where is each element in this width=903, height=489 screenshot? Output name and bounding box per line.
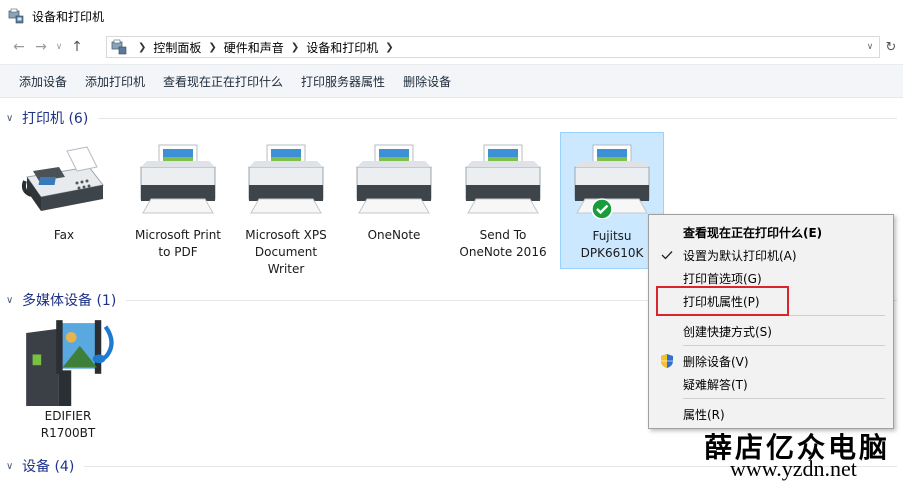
title-bar: 设备和打印机 [0,0,903,32]
recent-locations-chevron-icon[interactable]: ∨ [52,36,66,58]
add-device-button[interactable]: 添加设备 [10,68,76,94]
printer-icon [140,144,216,214]
remove-device-button[interactable]: 删除设备 [394,68,460,94]
breadcrumb-hardware-sound[interactable]: 硬件和声音 [224,39,284,56]
breadcrumb-control-panel[interactable]: 控制面板 [153,39,201,56]
printer-icon [356,144,432,214]
menu-item-label: 创建快捷方式(S) [683,324,772,339]
device-label: OneNote [367,228,421,242]
device-label: Send To OneNote 2016 [459,228,547,259]
devices-printers-icon [8,8,24,24]
device-label: EDIFIER R1700BT [40,409,96,440]
menu-item-label: 打印首选项(G) [683,271,762,286]
default-printer-check-icon [591,198,613,219]
command-bar: 添加设备 添加打印机 查看现在正在打印什么 打印服务器属性 删除设备 [0,64,903,98]
see-whats-printing-button[interactable]: 查看现在正在打印什么 [154,68,292,94]
breadcrumb-separator-icon[interactable]: ❯ [385,42,393,53]
collapse-chevron-icon[interactable]: ∨ [6,461,18,472]
add-printer-button[interactable]: 添加打印机 [76,68,154,94]
device-onenote[interactable]: OneNote [342,137,446,244]
address-bar[interactable]: ❯ 控制面板 ❯ 硬件和声音 ❯ 设备和打印机 ❯ ∨ [106,36,880,58]
navigation-bar: ← → ∨ ↑ ❯ 控制面板 ❯ 硬件和声音 ❯ 设备和打印机 ❯ ∨ [0,34,903,60]
group-divider [98,117,897,119]
device-microsoft-xps-document-writer[interactable]: Microsoft XPS Document Writer [234,137,338,278]
device-label: Microsoft Print to PDF [134,228,222,259]
menu-item-troubleshoot[interactable]: 疑难解答(T) [649,373,893,395]
device-label: Microsoft XPS Document Writer [245,228,327,276]
checkmark-icon [659,247,675,263]
device-edifier-r1700bt[interactable]: EDIFIER R1700BT [16,318,120,442]
collapse-chevron-icon[interactable]: ∨ [6,113,18,124]
group-title: 设备 (4) [22,459,75,475]
menu-item-label: 属性(R) [683,407,725,422]
collapse-chevron-icon[interactable]: ∨ [6,295,18,306]
printer-icon [248,144,324,214]
menu-item-label: 删除设备(V) [683,354,749,369]
group-title: 打印机 (6) [22,111,89,127]
back-arrow-icon[interactable]: ← [8,36,30,58]
watermark-url: www.yzdn.net [730,456,857,481]
menu-item-label: 查看现在正在打印什么(E) [683,225,823,240]
device-microsoft-print-to-pdf[interactable]: Microsoft Print to PDF [126,137,230,261]
highlight-annotation-box [656,286,789,316]
refresh-icon[interactable]: ↻ [882,36,900,58]
menu-item-create-shortcut[interactable]: 创建快捷方式(S) [649,320,893,342]
address-dropdown-chevron-icon[interactable]: ∨ [863,40,877,54]
menu-separator [683,398,885,399]
device-send-to-onenote-2016[interactable]: Send To OneNote 2016 [451,137,555,261]
breadcrumb-devices-printers[interactable]: 设备和打印机 [306,39,378,56]
menu-separator [683,345,885,346]
media-device-icon [26,320,114,406]
breadcrumb-separator-icon[interactable]: ❯ [291,42,299,53]
menu-item-label: 疑难解答(T) [683,377,748,392]
menu-item-remove-device[interactable]: 删除设备(V) [649,350,893,372]
window-title: 设备和打印机 [32,9,105,24]
devices-printers-icon [111,39,127,55]
device-fax[interactable]: Fax [12,137,116,244]
group-title: 多媒体设备 (1) [22,293,117,309]
device-label: Fujitsu DPK6610K [580,229,644,260]
context-menu: 查看现在正在打印什么(E) 设置为默认打印机(A) 打印首选项(G) 打印机属性… [648,214,894,429]
menu-item-label: 设置为默认打印机(A) [683,248,797,263]
printer-icon [574,144,650,219]
printers-group-header[interactable]: ∨ 打印机 (6) [6,109,903,127]
menu-item-see-whats-printing[interactable]: 查看现在正在打印什么(E) [649,221,893,243]
printer-icon [465,144,541,214]
fax-icon [21,146,104,211]
forward-arrow-icon[interactable]: → [30,36,52,58]
breadcrumb-separator-icon[interactable]: ❯ [138,42,146,53]
breadcrumb-separator-icon[interactable]: ❯ [208,42,216,53]
menu-item-properties[interactable]: 属性(R) [649,403,893,425]
print-server-properties-button[interactable]: 打印服务器属性 [292,68,394,94]
menu-item-set-default-printer[interactable]: 设置为默认打印机(A) [649,244,893,266]
uac-shield-icon [659,353,675,369]
up-arrow-icon[interactable]: ↑ [66,36,88,58]
device-label: Fax [53,228,75,242]
